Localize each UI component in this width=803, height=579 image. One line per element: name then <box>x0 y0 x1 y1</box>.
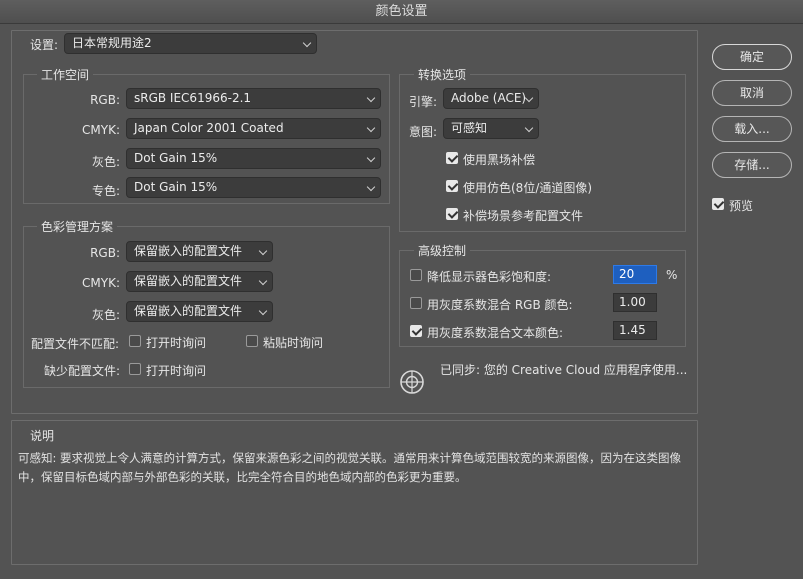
preview-checkbox[interactable] <box>712 198 724 210</box>
chevron-down-icon <box>366 153 376 163</box>
missing-label: 缺少配置文件: <box>44 364 121 378</box>
chevron-down-icon <box>366 123 376 133</box>
cm-cmyk-select[interactable]: 保留嵌入的配置文件 <box>126 271 273 292</box>
settings-select[interactable]: 日本常规用途2 <box>64 33 317 54</box>
desaturate-checkbox[interactable] <box>410 269 422 281</box>
blend-rgb-input[interactable]: 1.00 <box>613 293 657 312</box>
desaturate-label: 降低显示器色彩饱和度: <box>427 270 552 284</box>
blend-rgb-checkbox[interactable] <box>410 297 422 309</box>
mismatch-ask-paste-checkbox[interactable] <box>246 335 258 347</box>
settings-label: 设置: <box>30 38 59 52</box>
cm-rgb-value: 保留嵌入的配置文件 <box>134 244 243 258</box>
ws-rgb-value: sRGB IEC61966-2.1 <box>134 91 252 105</box>
sync-icon <box>399 369 425 395</box>
chevron-down-icon <box>366 182 376 192</box>
settings-select-value: 日本常规用途2 <box>72 36 152 50</box>
blend-text-checkbox[interactable] <box>410 325 422 337</box>
engine-select[interactable]: Adobe (ACE) <box>443 88 539 109</box>
chevron-down-icon <box>366 93 376 103</box>
sync-status-text: 已同步: 您的 Creative Cloud 应用程序使用... <box>440 363 688 377</box>
ws-cmyk-value: Japan Color 2001 Coated <box>134 121 284 135</box>
scene-checkbox[interactable] <box>446 208 458 220</box>
blend-text-label: 用灰度系数混合文本颜色: <box>427 326 564 340</box>
bpc-label: 使用黑场补偿 <box>463 153 536 167</box>
ok-button[interactable]: 确定 <box>712 44 792 70</box>
description-title: 说明 <box>30 429 55 443</box>
scene-label: 补偿场景参考配置文件 <box>463 209 584 223</box>
cm-rgb-select[interactable]: 保留嵌入的配置文件 <box>126 241 273 262</box>
chevron-down-icon <box>302 38 312 48</box>
chevron-down-icon <box>258 306 268 316</box>
dither-label: 使用仿色(8位/通道图像) <box>463 181 593 195</box>
cancel-button[interactable]: 取消 <box>712 80 792 106</box>
cm-gray-value: 保留嵌入的配置文件 <box>134 304 243 318</box>
intent-label: 意图: <box>409 125 438 139</box>
blend-text-input[interactable]: 1.45 <box>613 321 657 340</box>
engine-value: Adobe (ACE) <box>451 91 527 105</box>
ws-rgb-label: RGB: <box>90 93 120 107</box>
intent-select[interactable]: 可感知 <box>443 118 539 139</box>
cm-rgb-label: RGB: <box>90 246 120 260</box>
working-spaces-title: 工作空间 <box>37 66 94 83</box>
bpc-checkbox[interactable] <box>446 152 458 164</box>
color-management-title: 色彩管理方案 <box>37 218 118 235</box>
engine-label: 引擎: <box>409 95 438 109</box>
chevron-down-icon <box>258 246 268 256</box>
save-button[interactable]: 存储... <box>712 152 792 178</box>
chevron-down-icon <box>524 123 534 133</box>
ws-cmyk-select[interactable]: Japan Color 2001 Coated <box>126 118 381 139</box>
desaturate-unit: % <box>666 268 678 282</box>
intent-value: 可感知 <box>451 121 488 135</box>
ws-spot-value: Dot Gain 15% <box>134 180 218 194</box>
cm-gray-select[interactable]: 保留嵌入的配置文件 <box>126 301 273 322</box>
mismatch-label: 配置文件不匹配: <box>31 337 120 351</box>
cm-cmyk-value: 保留嵌入的配置文件 <box>134 274 243 288</box>
advanced-title: 高级控制 <box>414 242 471 259</box>
mismatch-ask-open-label: 打开时询问 <box>146 336 207 350</box>
description-text: 可感知: 要求视觉上令人满意的计算方式，保留来源色彩之间的视觉关联。通常用来计算… <box>18 451 682 484</box>
ws-spot-select[interactable]: Dot Gain 15% <box>126 177 381 198</box>
ws-rgb-select[interactable]: sRGB IEC61966-2.1 <box>126 88 381 109</box>
missing-ask-open-label: 打开时询问 <box>146 364 207 378</box>
blend-rgb-label: 用灰度系数混合 RGB 颜色: <box>427 298 573 312</box>
ws-gray-select[interactable]: Dot Gain 15% <box>126 148 381 169</box>
cm-gray-label: 灰色: <box>91 308 120 322</box>
mismatch-ask-paste-label: 粘贴时询问 <box>263 336 324 350</box>
window-title: 颜色设置 <box>0 0 803 24</box>
chevron-down-icon <box>258 276 268 286</box>
mismatch-ask-open-checkbox[interactable] <box>129 335 141 347</box>
ws-gray-label: 灰色: <box>91 155 120 169</box>
description-panel <box>11 420 698 565</box>
ws-gray-value: Dot Gain 15% <box>134 151 218 165</box>
ws-cmyk-label: CMYK: <box>82 123 120 137</box>
dither-checkbox[interactable] <box>446 180 458 192</box>
load-button[interactable]: 载入... <box>712 116 792 142</box>
ws-spot-label: 专色: <box>91 184 120 198</box>
preview-label: 预览 <box>729 199 754 213</box>
desaturate-input[interactable]: 20 <box>613 265 657 284</box>
conversion-title: 转换选项 <box>414 66 471 83</box>
missing-ask-open-checkbox[interactable] <box>129 363 141 375</box>
cm-cmyk-label: CMYK: <box>82 276 120 290</box>
